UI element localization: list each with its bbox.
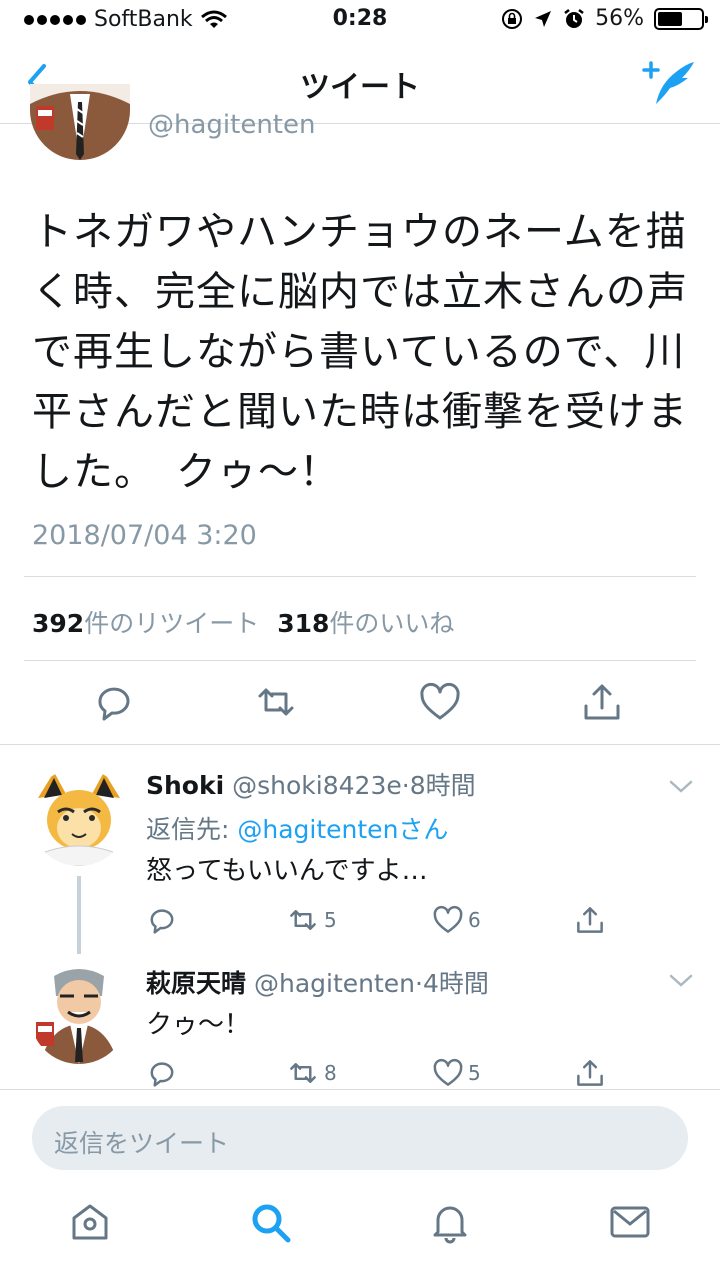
- retweets-label: 件のリツイート: [84, 609, 260, 638]
- reply-avatar-image: [30, 966, 128, 1064]
- reply-to-link[interactable]: @hagitentenさん: [237, 815, 448, 844]
- status-bar: SoftBank 0:28 56%: [0, 0, 720, 40]
- messages-icon[interactable]: [608, 1200, 652, 1244]
- retweet-icon: [290, 910, 316, 930]
- reply-avatar-image: [30, 768, 128, 866]
- author-avatar-image: [30, 84, 130, 160]
- reply-avatar[interactable]: [30, 768, 128, 866]
- retweet-button[interactable]: 8: [286, 1055, 337, 1091]
- reply-icon: [150, 1062, 174, 1087]
- home-icon[interactable]: [68, 1200, 112, 1244]
- author-handle[interactable]: @hagitenten: [148, 110, 315, 140]
- like-icon: [433, 906, 463, 933]
- chevron-down-icon[interactable]: [668, 972, 694, 990]
- share-button[interactable]: [574, 1055, 606, 1091]
- rotation-lock-icon: [502, 8, 523, 29]
- author-avatar[interactable]: [30, 84, 130, 160]
- tweet-timestamp: 2018/07/04 3:20: [32, 520, 257, 551]
- reply-button[interactable]: [146, 902, 178, 938]
- reply-header: Shoki @shoki8423e·8時間: [146, 766, 476, 802]
- battery-level: [658, 11, 682, 26]
- battery-percent: 56%: [595, 6, 644, 31]
- reply-button[interactable]: [146, 1055, 178, 1091]
- reply-input-placeholder: 返信をツイート: [54, 1129, 230, 1158]
- retweet-icon: [290, 1063, 316, 1083]
- tweet-stats: 392件のリツイート 318件のいいね: [32, 604, 454, 640]
- reply-author-handle[interactable]: @hagitenten: [254, 969, 415, 998]
- reply-to-prefix: 返信先:: [146, 815, 238, 844]
- retweet-icon[interactable]: [254, 680, 298, 724]
- status-right: 56%: [501, 6, 708, 31]
- reply-time: 4時間: [422, 969, 489, 998]
- reply-header: 萩原天晴 @hagitenten·4時間: [146, 964, 489, 1000]
- likes-stat[interactable]: 318件のいいね: [277, 604, 454, 640]
- tweet-text: トネガワやハンチョウのネームを描く時、完全に脳内では立木さんの声で再生しながら書…: [32, 209, 688, 495]
- reply-input[interactable]: 返信をツイート: [32, 1106, 688, 1170]
- reply-author-name[interactable]: 萩原天晴: [146, 969, 246, 998]
- divider: [24, 576, 696, 577]
- search-icon[interactable]: [248, 1200, 292, 1244]
- tweet-actions: [0, 676, 720, 732]
- divider: [0, 1089, 720, 1090]
- reply-actions: 8 5: [146, 1055, 626, 1091]
- alarm-icon: [564, 8, 584, 28]
- reply-author-handle[interactable]: @shoki8423e: [232, 771, 402, 800]
- like-button[interactable]: 6: [432, 902, 481, 938]
- chevron-down-icon[interactable]: [668, 778, 694, 796]
- likes-count: 318: [277, 609, 330, 638]
- reply-text: クゥ〜！: [146, 1010, 251, 1040]
- retweets-stat[interactable]: 392件のリツイート: [32, 604, 259, 640]
- share-button[interactable]: [574, 902, 606, 938]
- thread-line: [77, 876, 81, 954]
- divider: [24, 660, 696, 661]
- likes-label: 件のいいね: [329, 609, 455, 638]
- share-icon: [577, 1060, 603, 1086]
- location-icon: [535, 10, 552, 27]
- reply-icon: [150, 909, 174, 934]
- tab-bar: [0, 1186, 720, 1280]
- reply-text: 怒ってもいいんですよ…: [146, 856, 428, 886]
- share-icon[interactable]: [580, 680, 624, 724]
- retweets-count: 392: [32, 609, 85, 638]
- reply-avatar[interactable]: [30, 966, 128, 1064]
- like-count: 5: [468, 1061, 481, 1085]
- compose-tweet-icon[interactable]: [640, 56, 696, 108]
- battery-icon: [654, 7, 708, 30]
- dot-separator: ·: [415, 969, 423, 998]
- like-count: 6: [468, 908, 481, 932]
- dot-separator: ·: [401, 771, 410, 800]
- reply-actions: 5 6: [146, 902, 626, 938]
- like-button[interactable]: 5: [432, 1055, 481, 1091]
- retweet-button[interactable]: 5: [286, 902, 337, 938]
- like-icon[interactable]: [418, 680, 462, 724]
- reply-time: 8時間: [409, 771, 476, 800]
- notifications-icon[interactable]: [428, 1200, 472, 1244]
- reply-to-line: 返信先: @hagitentenさん: [146, 810, 448, 846]
- share-icon: [577, 907, 603, 933]
- reply-author-name[interactable]: Shoki: [146, 771, 224, 800]
- like-icon: [433, 1059, 463, 1086]
- retweet-count: 8: [324, 1061, 337, 1085]
- reply-icon[interactable]: [92, 680, 136, 724]
- divider: [0, 744, 720, 745]
- retweet-count: 5: [324, 908, 337, 932]
